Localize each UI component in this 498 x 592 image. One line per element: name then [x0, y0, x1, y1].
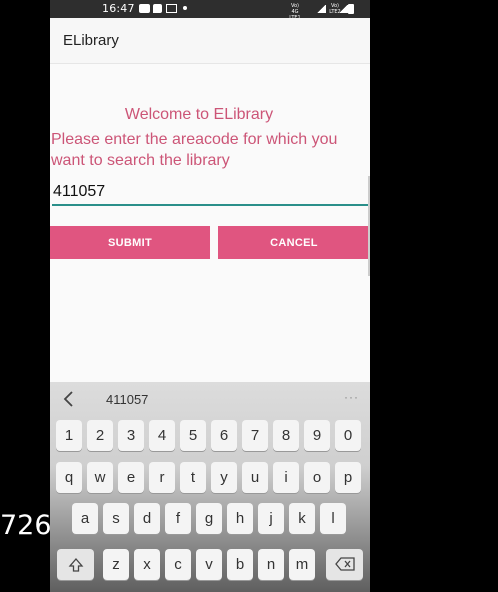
key-5[interactable]: 5	[180, 420, 206, 451]
key-7[interactable]: 7	[242, 420, 268, 451]
key-q[interactable]: q	[56, 462, 82, 493]
key-g[interactable]: g	[196, 503, 222, 534]
key-m[interactable]: m	[289, 549, 315, 580]
key-v[interactable]: v	[196, 549, 222, 580]
key-6[interactable]: 6	[211, 420, 237, 451]
signal-strength-sim2-icon	[338, 5, 348, 13]
network-type-sim1: Vo) 4G LTE1 ↓↑	[289, 3, 301, 27]
key-3[interactable]: 3	[118, 420, 144, 451]
key-k[interactable]: k	[289, 503, 315, 534]
key-e[interactable]: e	[118, 462, 144, 493]
key-a[interactable]: a	[72, 503, 98, 534]
key-d[interactable]: d	[134, 503, 160, 534]
scroll-indicator	[368, 176, 370, 276]
key-i[interactable]: i	[273, 462, 299, 493]
main-content: Welcome to ELibrary Please enter the are…	[50, 64, 370, 382]
key-1[interactable]: 1	[56, 420, 82, 451]
phone-screen: 16:47 Vo) 4G LTE1 ↓↑ Vo) LTE2 ELibrary W…	[50, 0, 370, 592]
video-camera-icon	[139, 4, 150, 13]
key-2[interactable]: 2	[87, 420, 113, 451]
key-c[interactable]: c	[165, 549, 191, 580]
app-bar: ELibrary	[50, 18, 370, 64]
shift-key-icon[interactable]	[57, 549, 94, 580]
suggestion-bar: 411057 ···	[50, 382, 370, 416]
key-t[interactable]: t	[180, 462, 206, 493]
battery-icon	[348, 4, 354, 14]
key-y[interactable]: y	[211, 462, 237, 493]
zxcv-row: zxcvbnm	[50, 549, 370, 581]
gmail-icon	[166, 4, 177, 13]
asdf-row: asdfghjkl	[50, 503, 370, 535]
key-u[interactable]: u	[242, 462, 268, 493]
key-j[interactable]: j	[258, 503, 284, 534]
key-0[interactable]: 0	[335, 420, 361, 451]
app-title: ELibrary	[63, 32, 119, 49]
key-4[interactable]: 4	[149, 420, 175, 451]
number-row: 1234567890	[50, 420, 370, 452]
signal-strength-sim1-icon	[316, 5, 326, 13]
key-z[interactable]: z	[103, 549, 129, 580]
chevron-left-icon[interactable]	[62, 390, 76, 408]
key-h[interactable]: h	[227, 503, 253, 534]
key-x[interactable]: x	[134, 549, 160, 580]
submit-button[interactable]: SUBMIT	[50, 226, 210, 259]
status-time: 16:47	[102, 2, 135, 15]
key-p[interactable]: p	[335, 462, 361, 493]
key-9[interactable]: 9	[304, 420, 330, 451]
status-bar: 16:47 Vo) 4G LTE1 ↓↑ Vo) LTE2	[50, 0, 370, 27]
areacode-prompt: Please enter the areacode for which you …	[51, 131, 338, 169]
key-f[interactable]: f	[165, 503, 191, 534]
suggestion-word[interactable]: 411057	[106, 392, 148, 407]
qwerty-row: qwertyuiop	[50, 462, 370, 494]
cancel-button[interactable]: CANCEL	[218, 226, 370, 259]
key-8[interactable]: 8	[273, 420, 299, 451]
background-overlay-text: 726	[0, 510, 50, 541]
key-b[interactable]: b	[227, 549, 253, 580]
key-l[interactable]: l	[320, 503, 346, 534]
key-o[interactable]: o	[304, 462, 330, 493]
key-w[interactable]: w	[87, 462, 113, 493]
notification-dot-icon	[183, 6, 187, 10]
key-n[interactable]: n	[258, 549, 284, 580]
key-r[interactable]: r	[149, 462, 175, 493]
more-dots-icon[interactable]: ···	[344, 390, 359, 404]
chat-bubble-icon	[153, 4, 162, 13]
key-s[interactable]: s	[103, 503, 129, 534]
soft-keyboard: 411057 ··· 1234567890 qwertyuiop asdfghj…	[50, 382, 370, 592]
backspace-key-icon[interactable]	[326, 549, 363, 580]
welcome-heading: Welcome to ELibrary	[124, 106, 274, 123]
areacode-input[interactable]	[52, 180, 368, 206]
